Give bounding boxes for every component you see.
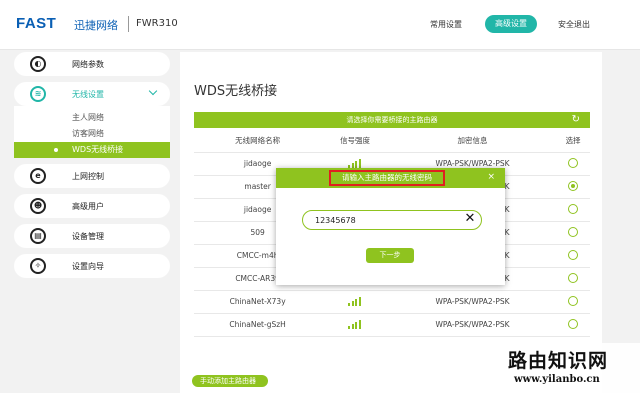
select-radio[interactable] — [568, 180, 579, 191]
select-cell — [556, 267, 590, 291]
sidebar-item-label: 设备管理 — [72, 232, 104, 241]
close-icon[interactable]: × — [487, 171, 495, 183]
nav-common-settings[interactable]: 常用设置 — [430, 19, 462, 30]
sidebar-item-label: 无线设置 — [72, 90, 104, 99]
select-radio[interactable] — [568, 203, 579, 214]
ssid-cell: ChinaNet-gSzH — [194, 313, 322, 337]
col-encryption: 加密信息 — [388, 130, 557, 153]
bar-text: 请选择你需要桥接的主路由器 — [346, 116, 438, 124]
sidebar: ◐ 网络参数 ≋ 无线设置 主人网络 访客网络 WDS无线桥接 e 上网控制 ☻… — [14, 52, 170, 284]
header-divider — [128, 16, 129, 32]
submenu-label: WDS无线桥接 — [72, 145, 124, 154]
select-radio[interactable] — [568, 272, 579, 283]
select-radio[interactable] — [568, 157, 579, 168]
table-row[interactable]: ChinaNet-gSzH WPA-PSK/WPA2-PSK — [194, 313, 590, 337]
user-icon: ☻ — [30, 198, 46, 214]
col-ssid: 无线网络名称 — [194, 130, 322, 153]
chevron-down-icon — [148, 86, 158, 96]
select-cell — [556, 290, 590, 314]
manual-add-router-button[interactable]: 手动添加主路由器 — [192, 375, 268, 387]
watermark-text: 路由知识网 — [508, 350, 609, 372]
submenu-wds-bridge[interactable]: WDS无线桥接 — [14, 142, 170, 158]
select-cell — [556, 175, 590, 199]
selected-dot-icon — [54, 148, 58, 152]
submenu-guest-network[interactable]: 访客网络 — [14, 126, 170, 142]
select-radio[interactable] — [568, 226, 579, 237]
page-title: WDS无线桥接 — [194, 84, 278, 99]
select-cell — [556, 221, 590, 245]
sidebar-item-label: 上网控制 — [72, 172, 104, 181]
top-header: FAST 迅捷网络 FWR310 常用设置 高级设置 安全退出 — [0, 0, 640, 50]
e-icon: e — [30, 168, 46, 184]
password-dialog: 请输入主路由器的无线密码 × ✕ 下一步 — [276, 168, 505, 285]
nav-logout[interactable]: 安全退出 — [558, 19, 590, 30]
globe-icon: ◐ — [30, 56, 46, 72]
sidebar-item-label: 高级用户 — [72, 202, 104, 211]
signal-cell — [321, 290, 389, 314]
signal-cell — [321, 313, 389, 337]
sidebar-item-internet-control[interactable]: e 上网控制 — [14, 164, 170, 188]
sidebar-item-wireless[interactable]: ≋ 无线设置 — [14, 82, 170, 106]
col-signal: 信号强度 — [321, 130, 389, 153]
router-model: FWR310 — [136, 18, 178, 29]
sidebar-item-label: 网络参数 — [72, 60, 104, 69]
ssid-cell: ChinaNet-X73y — [194, 290, 322, 314]
select-radio[interactable] — [568, 249, 579, 260]
refresh-icon[interactable]: ↻ — [572, 114, 580, 126]
watermark-url: www.yilanbo.cn — [514, 374, 600, 385]
select-radio[interactable] — [568, 318, 579, 329]
encryption-cell: WPA-PSK/WPA2-PSK — [388, 290, 557, 314]
watermark: 路由知识网 www.yilanbo.cn — [488, 343, 640, 393]
password-input[interactable] — [302, 210, 482, 230]
fast-logo: FAST — [16, 15, 57, 32]
signal-strength-icon — [348, 319, 362, 329]
sidebar-item-advanced-user[interactable]: ☻ 高级用户 — [14, 194, 170, 218]
select-cell — [556, 198, 590, 222]
sidebar-item-device-manage[interactable]: ▤ 设备管理 — [14, 224, 170, 248]
table-row[interactable]: ChinaNet-X73y WPA-PSK/WPA2-PSK — [194, 290, 590, 314]
sidebar-item-network[interactable]: ◐ 网络参数 — [14, 52, 170, 76]
encryption-cell: WPA-PSK/WPA2-PSK — [388, 313, 557, 337]
signal-strength-icon — [348, 158, 362, 168]
sidebar-item-label: 设置向导 — [72, 262, 104, 271]
select-router-bar: 请选择你需要桥接的主路由器 ↻ — [194, 112, 590, 128]
submenu-host-network[interactable]: 主人网络 — [14, 110, 170, 126]
next-step-button[interactable]: 下一步 — [366, 248, 414, 263]
table-header-row: 无线网络名称 信号强度 加密信息 选择 — [194, 130, 590, 153]
clear-input-icon[interactable]: ✕ — [462, 211, 478, 227]
select-radio[interactable] — [568, 295, 579, 306]
brand-name: 迅捷网络 — [74, 19, 118, 32]
device-icon: ▤ — [30, 228, 46, 244]
wizard-icon: ✧ — [30, 258, 46, 274]
dialog-title: 请输入主路由器的无线密码 — [329, 170, 445, 186]
wireless-submenu: 主人网络 访客网络 WDS无线桥接 — [14, 106, 170, 158]
signal-strength-icon — [348, 296, 362, 306]
select-cell — [556, 313, 590, 337]
wifi-icon: ≋ — [30, 86, 46, 102]
select-cell — [556, 152, 590, 176]
sidebar-item-setup-wizard[interactable]: ✧ 设置向导 — [14, 254, 170, 278]
nav-advanced-settings[interactable]: 高级设置 — [485, 15, 537, 33]
col-select: 选择 — [556, 130, 590, 153]
dialog-header: 请输入主路由器的无线密码 × — [276, 168, 505, 188]
select-cell — [556, 244, 590, 268]
